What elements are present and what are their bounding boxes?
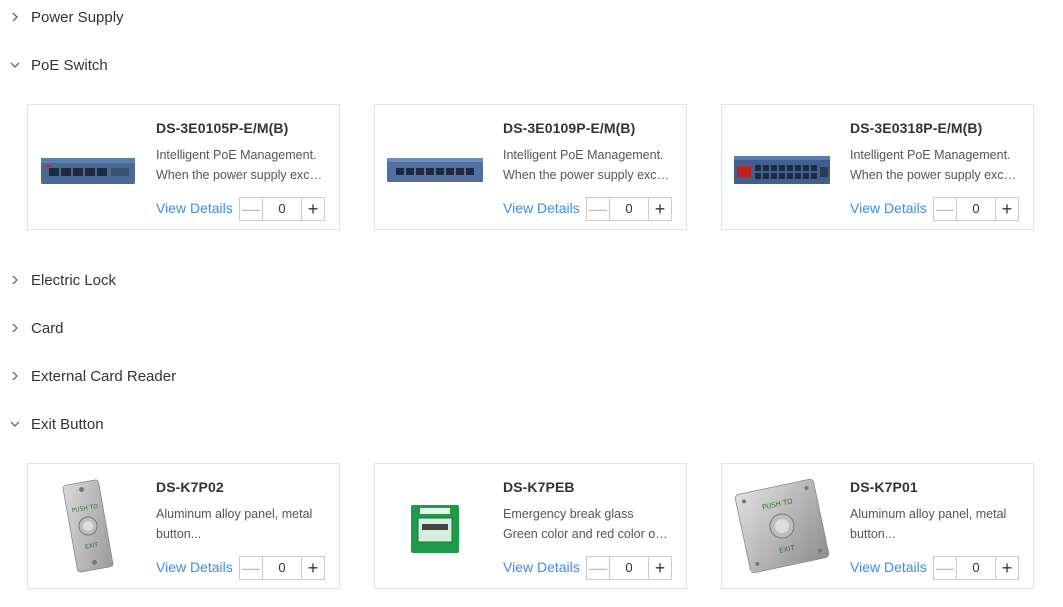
view-details-link[interactable]: View Details xyxy=(850,200,927,216)
view-details-link[interactable]: View Details xyxy=(503,200,580,216)
product-card: PUSH TO EXIT DS-K7P01 Aluminum alloy pan… xyxy=(721,463,1034,589)
increment-button[interactable]: + xyxy=(648,557,671,579)
section-title: Card xyxy=(31,319,64,337)
product-card: DS-3E0318P-E/M(B) Intelligent PoE Manage… xyxy=(721,104,1034,230)
product-image: PUSH TO EXIT xyxy=(732,474,832,578)
section-electric-lock[interactable]: Electric Lock xyxy=(8,268,116,292)
chevron-right-icon xyxy=(8,369,22,383)
product-description: Aluminum alloy panel, metal button... xyxy=(156,507,313,541)
chevron-down-icon xyxy=(8,58,22,72)
quantity-stepper: — 0 + xyxy=(933,197,1019,221)
increment-button[interactable]: + xyxy=(995,198,1018,220)
increment-button[interactable]: + xyxy=(995,557,1018,579)
product-card: DS-3E0105P-E/M(B) Intelligent PoE Manage… xyxy=(27,104,340,230)
product-description: Intelligent PoE Management. When the pow… xyxy=(156,148,324,182)
decrement-button[interactable]: — xyxy=(240,557,263,579)
quantity-stepper: — 0 + xyxy=(239,197,325,221)
quantity-input[interactable]: 0 xyxy=(610,198,648,220)
product-image xyxy=(732,125,832,215)
decrement-button[interactable]: — xyxy=(587,198,610,220)
product-description: Intelligent PoE Management. When the pow… xyxy=(503,148,671,182)
view-details-link[interactable]: View Details xyxy=(156,200,233,216)
chevron-right-icon xyxy=(8,273,22,287)
chevron-right-icon xyxy=(8,10,22,24)
quantity-stepper: — 0 + xyxy=(586,556,672,580)
section-title: PoE Switch xyxy=(31,56,108,74)
product-card: DS-3E0109P-E/M(B) Intelligent PoE Manage… xyxy=(374,104,687,230)
increment-button[interactable]: + xyxy=(301,557,324,579)
increment-button[interactable]: + xyxy=(648,198,671,220)
decrement-button[interactable]: — xyxy=(934,557,957,579)
section-title: Exit Button xyxy=(31,415,104,433)
section-title: External Card Reader xyxy=(31,367,177,385)
product-description: Intelligent PoE Management. When the pow… xyxy=(850,148,1018,182)
section-poe-switch[interactable]: PoE Switch xyxy=(8,53,108,77)
decrement-button[interactable]: — xyxy=(587,557,610,579)
product-image xyxy=(38,125,138,215)
product-name: DS-3E0105P-E/M(B) xyxy=(156,120,289,136)
chevron-down-icon xyxy=(8,417,22,431)
product-name: DS-K7PEB xyxy=(503,479,575,495)
view-details-link[interactable]: View Details xyxy=(850,559,927,575)
quantity-input[interactable]: 0 xyxy=(263,198,301,220)
product-image xyxy=(385,484,485,574)
quantity-stepper: — 0 + xyxy=(239,556,325,580)
quantity-input[interactable]: 0 xyxy=(263,557,301,579)
product-card: PUSH TO EXIT DS-K7P02 Aluminum alloy pan… xyxy=(27,463,340,589)
section-external-card-reader[interactable]: External Card Reader xyxy=(8,364,176,388)
quantity-input[interactable]: 0 xyxy=(957,557,995,579)
section-power-supply[interactable]: Power Supply xyxy=(8,5,124,29)
decrement-button[interactable]: — xyxy=(240,198,263,220)
product-card: DS-K7PEB Emergency break glass Green col… xyxy=(374,463,687,589)
product-name: DS-K7P01 xyxy=(850,479,918,495)
product-description: Emergency break glass Green color and re… xyxy=(503,507,671,541)
decrement-button[interactable]: — xyxy=(934,198,957,220)
product-name: DS-3E0318P-E/M(B) xyxy=(850,120,983,136)
quantity-stepper: — 0 + xyxy=(933,556,1019,580)
quantity-input[interactable]: 0 xyxy=(957,198,995,220)
view-details-link[interactable]: View Details xyxy=(503,559,580,575)
product-description: Aluminum alloy panel, metal button... xyxy=(850,507,1007,541)
product-name: DS-K7P02 xyxy=(156,479,224,495)
chevron-right-icon xyxy=(8,321,22,335)
view-details-link[interactable]: View Details xyxy=(156,559,233,575)
increment-button[interactable]: + xyxy=(301,198,324,220)
quantity-stepper: — 0 + xyxy=(586,197,672,221)
section-title: Electric Lock xyxy=(31,271,117,289)
product-name: DS-3E0109P-E/M(B) xyxy=(503,120,636,136)
product-image: PUSH TO EXIT xyxy=(38,476,138,576)
section-title: Power Supply xyxy=(31,8,124,26)
section-exit-button[interactable]: Exit Button xyxy=(8,412,104,436)
section-card[interactable]: Card xyxy=(8,316,64,340)
quantity-input[interactable]: 0 xyxy=(610,557,648,579)
product-image xyxy=(385,125,485,215)
